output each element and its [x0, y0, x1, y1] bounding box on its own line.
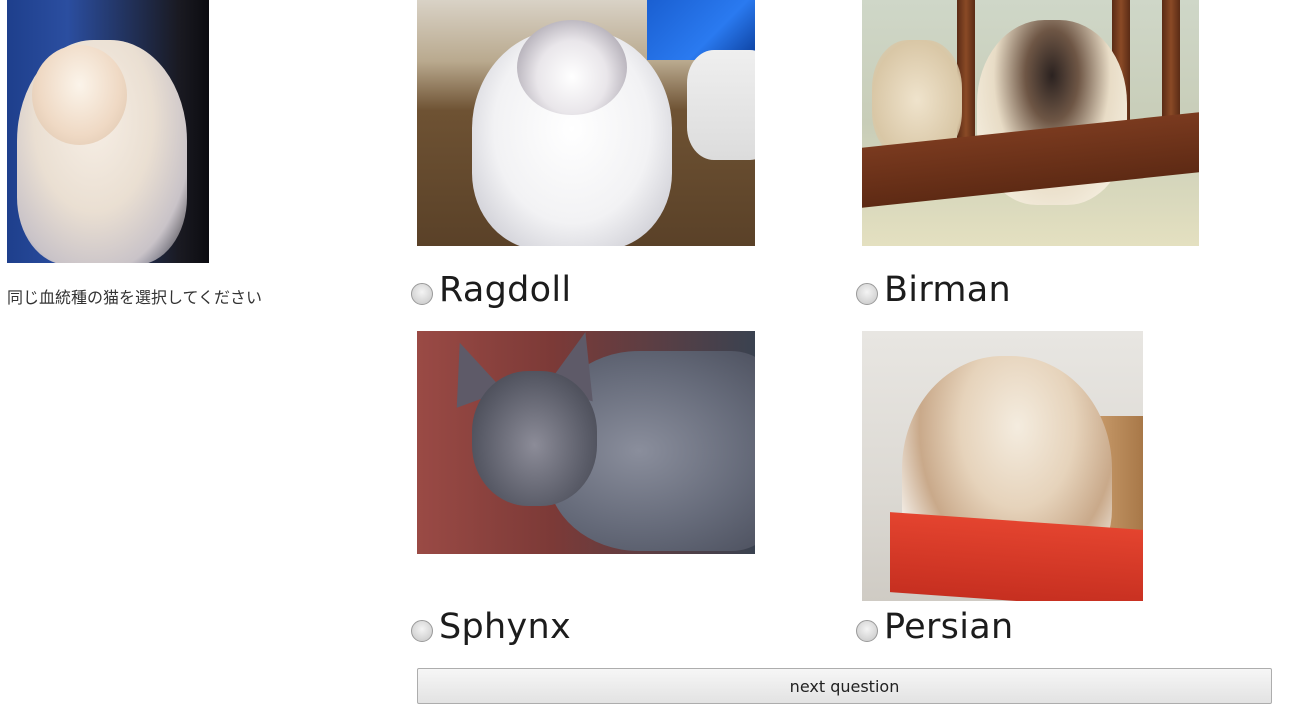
radio-persian-icon[interactable] [856, 620, 878, 642]
option-birman[interactable]: Birman [856, 270, 1011, 310]
choice-sphynx: Sphynx [411, 331, 755, 647]
radio-ragdoll-icon[interactable] [411, 283, 433, 305]
option-persian[interactable]: Persian [856, 607, 1013, 647]
quiz-page: 同じ血統種の猫を選択してください Ragdoll Birman Sphynx P… [0, 0, 1294, 710]
next-question-button[interactable]: next question [417, 668, 1272, 704]
birman-cat-image [862, 0, 1199, 246]
option-ragdoll[interactable]: Ragdoll [411, 270, 571, 310]
option-label-ragdoll[interactable]: Ragdoll [439, 270, 571, 310]
choice-birman: Birman [856, 0, 1199, 310]
question-prompt: 同じ血統種の猫を選択してください [7, 288, 263, 307]
choice-persian: Persian [856, 331, 1143, 647]
radio-sphynx-icon[interactable] [411, 620, 433, 642]
ragdoll-cat-image [417, 0, 755, 246]
option-sphynx[interactable]: Sphynx [411, 607, 571, 647]
option-label-persian[interactable]: Persian [884, 607, 1013, 647]
option-label-birman[interactable]: Birman [884, 270, 1011, 310]
radio-birman-icon[interactable] [856, 283, 878, 305]
query-cat-image [7, 0, 209, 263]
persian-cat-image [862, 331, 1143, 601]
sphynx-cat-image [417, 331, 755, 554]
option-label-sphynx[interactable]: Sphynx [439, 607, 571, 647]
choice-ragdoll: Ragdoll [411, 0, 755, 310]
